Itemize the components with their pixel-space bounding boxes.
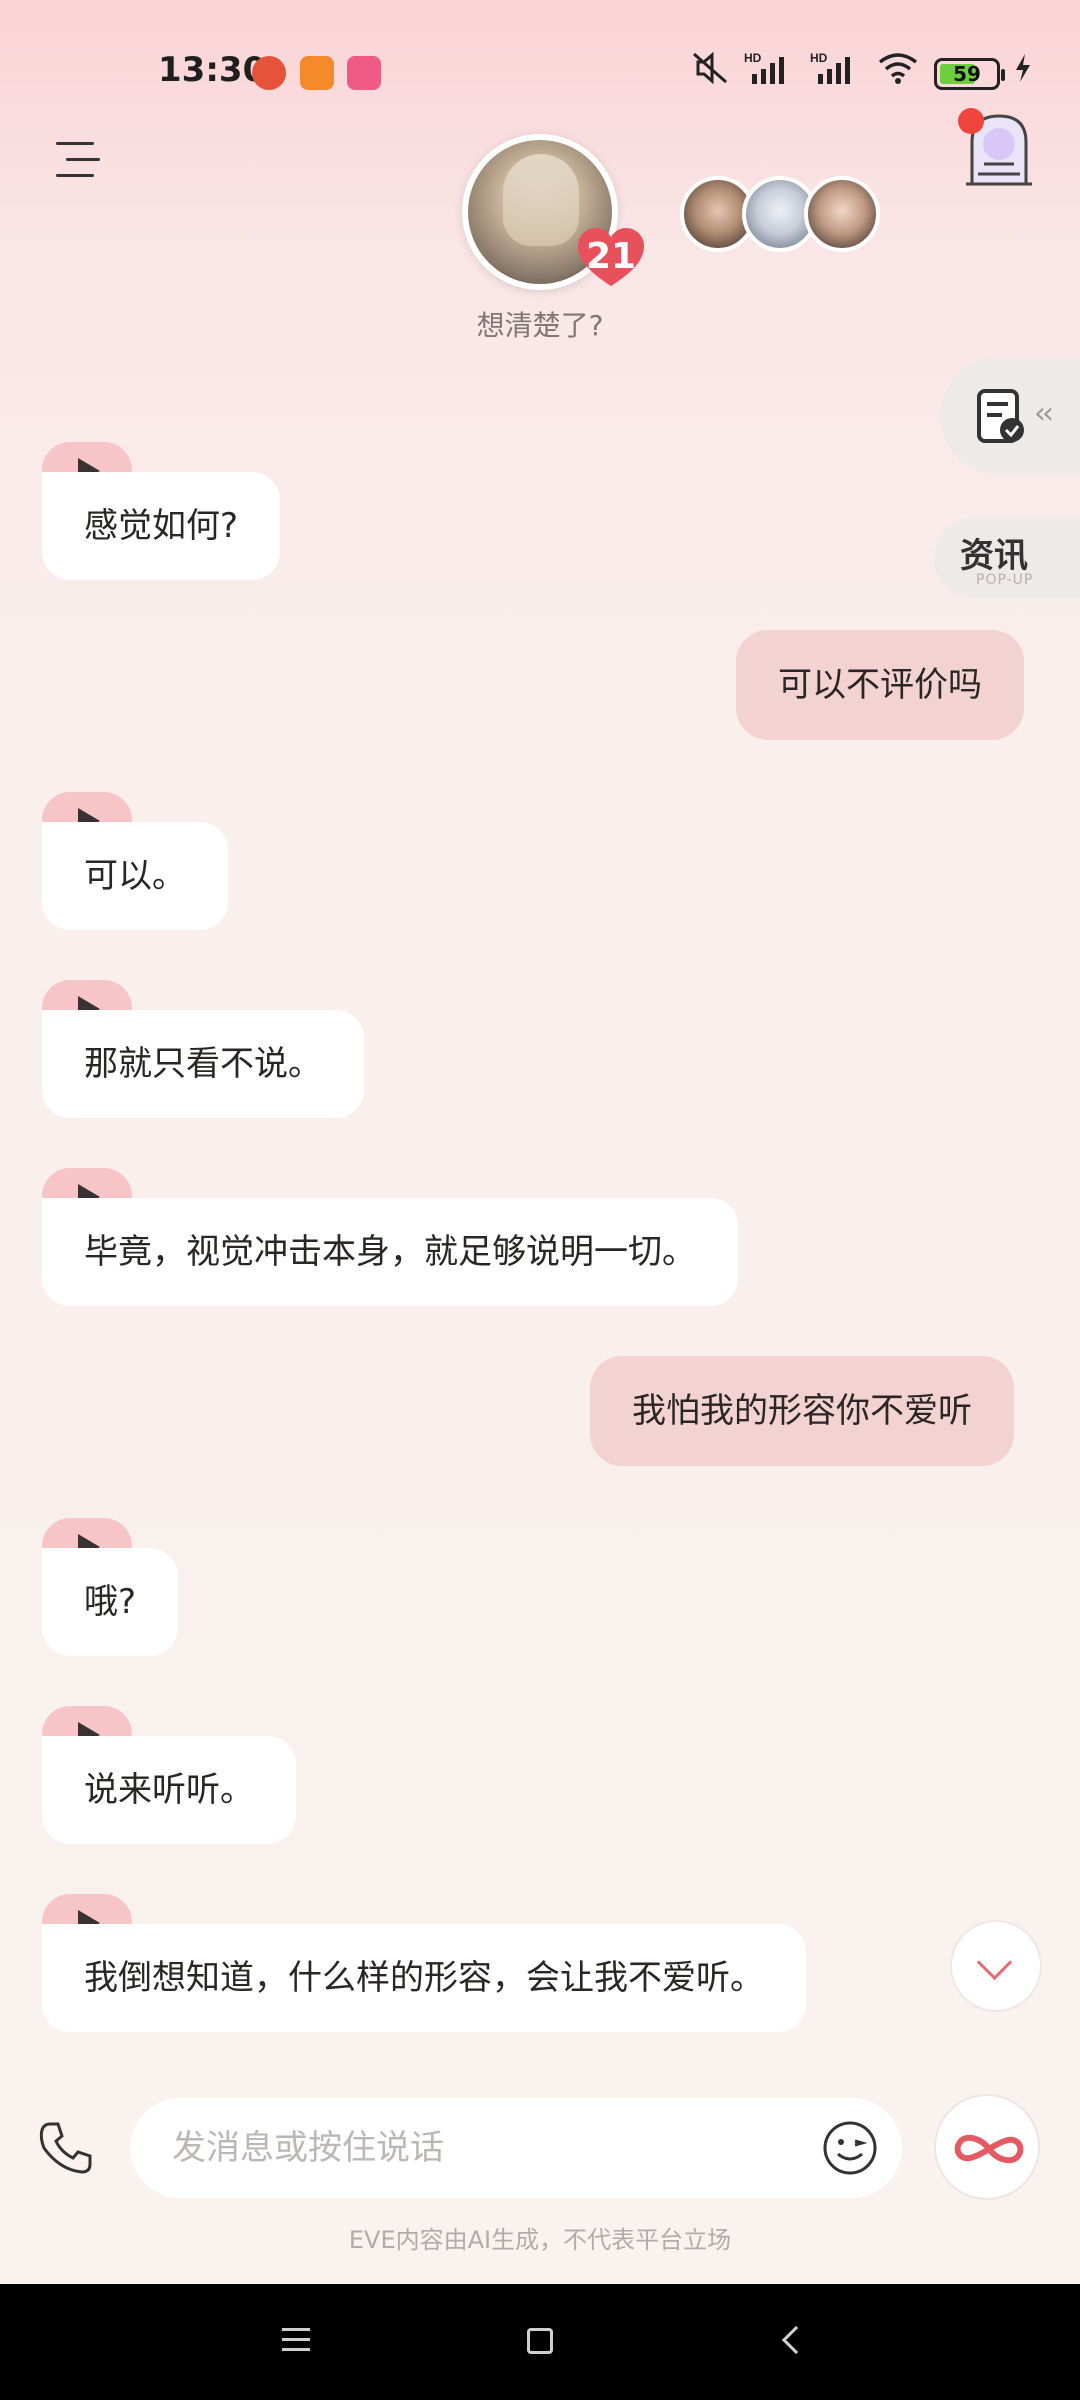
ai-message-text[interactable]: 哦? <box>42 1548 179 1656</box>
menu-icon[interactable] <box>56 140 100 180</box>
bilibili-app-icon <box>347 56 381 90</box>
system-nav-bar <box>0 2284 1080 2400</box>
ai-message-text[interactable]: 毕竟，视觉冲击本身，就足够说明一切。 <box>42 1198 738 1306</box>
affinity-count: 21 <box>585 236 637 277</box>
network-label-2: HD <box>810 51 828 65</box>
signal-icon-2: HD <box>810 50 862 97</box>
battery-level: 59 <box>953 61 981 86</box>
status-time: 13:30 <box>158 50 267 90</box>
network-label-1: HD <box>744 51 762 65</box>
affinity-heart-badge[interactable]: 21 <box>576 226 646 286</box>
charging-icon <box>1014 53 1032 94</box>
recent-apps-icon[interactable] <box>282 2328 310 2352</box>
wifi-icon <box>876 50 920 97</box>
message-input[interactable]: 发消息或按住说话 <box>130 2098 902 2198</box>
task-list-icon <box>977 389 1024 443</box>
status-icons: HD HD 59 <box>690 50 1032 97</box>
collapse-chevron-icon: ‹‹ <box>1034 396 1054 431</box>
tomato-app-icon <box>252 56 286 90</box>
mute-icon <box>690 50 730 97</box>
notification-dot <box>958 108 984 134</box>
character-avatar-3[interactable] <box>804 176 880 252</box>
news-label: 资讯 <box>960 536 1028 576</box>
status-bar: 13:30 HD HD 59 <box>0 0 1080 140</box>
battery-indicator: 59 <box>934 57 1005 90</box>
infinity-icon <box>954 2134 1024 2164</box>
other-characters[interactable] <box>680 176 880 252</box>
user-message[interactable]: 可以不评价吗 <box>736 630 1024 740</box>
ai-message-text[interactable]: 我倒想知道，什么样的形容，会让我不爱听。 <box>42 1924 806 2032</box>
news-sublabel: POP-UP <box>976 572 1034 588</box>
ai-disclaimer: EVE内容由AI生成，不代表平台立场 <box>348 2226 732 2254</box>
message-input-placeholder: 发消息或按住说话 <box>172 2128 444 2168</box>
infinity-button[interactable] <box>934 2094 1040 2200</box>
ai-message-text[interactable]: 说来听听。 <box>42 1736 296 1844</box>
shopping-app-icon <box>300 56 334 90</box>
news-popup-button[interactable]: 资讯 POP-UP <box>934 518 1080 598</box>
ai-message-text[interactable]: 那就只看不说。 <box>42 1010 364 1118</box>
user-message[interactable]: 我怕我的形容你不爱听 <box>590 1356 1014 1466</box>
task-list-button[interactable]: ‹‹ <box>940 358 1080 474</box>
home-icon[interactable] <box>527 2328 553 2354</box>
signal-icon: HD <box>744 50 796 97</box>
ai-message-text[interactable]: 感觉如何? <box>42 472 281 580</box>
character-status-text: 想清楚了? <box>476 309 604 342</box>
phone-icon[interactable] <box>36 2118 96 2178</box>
back-icon[interactable] <box>781 2325 811 2355</box>
emoji-icon[interactable] <box>820 2118 880 2178</box>
ai-message-text[interactable]: 可以。 <box>42 822 228 930</box>
scroll-to-bottom-button[interactable] <box>950 1920 1042 2012</box>
